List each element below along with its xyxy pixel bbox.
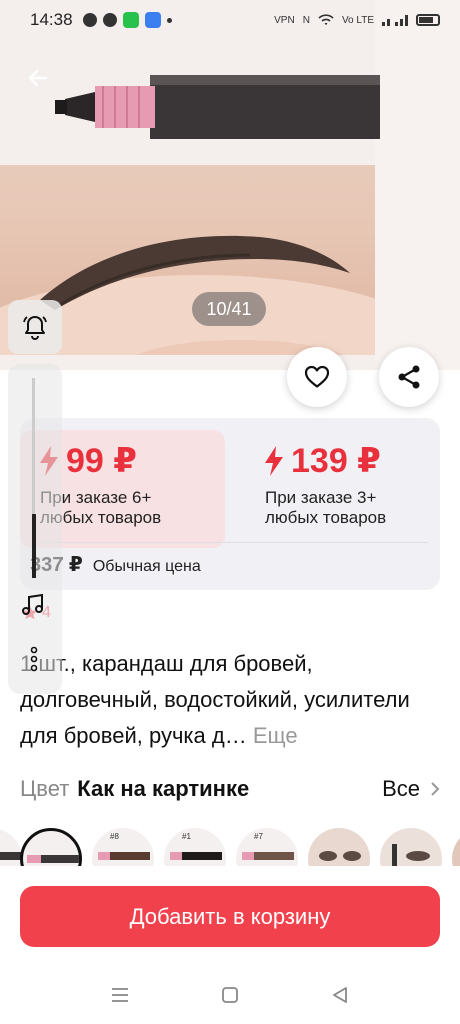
swatch-tag: #8 (110, 832, 119, 841)
tier-condition-line1: При заказе 6+ (40, 488, 152, 507)
pencil-image (55, 75, 380, 139)
volte-label: Vo LTE (341, 14, 374, 26)
add-to-cart-button[interactable]: Добавить в корзину (20, 886, 440, 947)
back-button[interactable] (20, 60, 56, 96)
color-swatch[interactable] (308, 828, 370, 868)
all-colors-label: Все (382, 776, 420, 801)
color-label: Цвет (20, 776, 70, 801)
battery-icon (416, 14, 440, 26)
price-tiers-card: 99 ₽ При заказе 6+ любых товаров 139 ₽ П… (20, 418, 440, 590)
color-swatch[interactable]: #7 (236, 828, 298, 868)
regular-price-label: Обычная цена (92, 558, 201, 575)
tier-condition: При заказе 3+ любых товаров (265, 488, 435, 528)
tier-price-value: 139 ₽ (291, 442, 381, 480)
tier-condition-line1: При заказе 3+ (265, 488, 377, 507)
share-icon (398, 365, 420, 389)
color-swatch[interactable] (0, 828, 22, 868)
volume-panel[interactable] (8, 300, 62, 694)
bell-icon (23, 316, 47, 340)
chevron-right-icon (431, 782, 440, 796)
status-time: 14:38 (30, 10, 73, 29)
system-nav-bar (0, 966, 460, 1024)
volume-slider[interactable] (8, 364, 62, 694)
color-swatch[interactable] (380, 828, 442, 868)
color-swatch[interactable] (452, 828, 460, 868)
more-link[interactable]: Еще (253, 723, 298, 748)
telegram-icon (82, 13, 97, 27)
tier-condition-line2: любых товаров (40, 508, 162, 527)
app-icon (122, 12, 139, 28)
tier-condition-line2: любых товаров (265, 508, 387, 527)
heart-icon (304, 365, 330, 388)
color-selector[interactable]: Цвет Как на картинке Все (20, 776, 440, 802)
wifi-icon (318, 14, 334, 25)
home-icon[interactable] (221, 986, 239, 1004)
price-tier-3plus[interactable]: 139 ₽ При заказе 3+ любых товаров (245, 430, 435, 548)
tier-price: 139 ₽ (265, 444, 435, 478)
dots-icon[interactable] (28, 646, 40, 672)
status-bar: 14:38 VPN N Vo LTE (0, 0, 460, 40)
notification-icons (82, 12, 172, 28)
color-swatch[interactable]: #8 (92, 828, 154, 868)
tier-condition: При заказе 6+ любых товаров (40, 488, 225, 528)
ringer-toggle[interactable] (8, 300, 62, 354)
color-swatch-selected[interactable] (20, 828, 82, 868)
tier-price: 99 ₽ (40, 444, 225, 478)
back-nav-icon[interactable] (331, 986, 349, 1004)
all-colors-link[interactable]: Все (382, 776, 440, 802)
color-swatch[interactable]: #1 (164, 828, 226, 868)
nfc-label: N (302, 14, 310, 26)
color-swatches: #8 #1 #7 (0, 828, 460, 868)
volume-slider-fill (32, 514, 36, 578)
color-value: Как на картинке (77, 776, 250, 801)
gallery-background (375, 0, 460, 370)
dot-icon (166, 17, 172, 23)
price-divider (40, 542, 428, 543)
share-button[interactable] (379, 347, 439, 407)
app-icon-blue (144, 12, 161, 28)
product-title-text: 1 шт., карандаш для бровей, долговечный,… (20, 651, 410, 748)
menu-icon[interactable] (111, 986, 129, 1004)
swatch-tag: #7 (254, 832, 263, 841)
bottom-action-bar: Добавить в корзину (0, 866, 460, 966)
swatch-tag: #1 (182, 832, 191, 841)
image-counter: 10/41 (192, 292, 266, 326)
lightning-icon (265, 446, 283, 476)
signal-icon (382, 15, 408, 26)
system-icons: VPN N Vo LTE (274, 14, 440, 26)
favorite-button[interactable] (287, 347, 347, 407)
product-title[interactable]: 1 шт., карандаш для бровей, долговечный,… (20, 646, 440, 754)
tier-price-value: 99 ₽ (66, 442, 137, 480)
music-note-icon (22, 593, 43, 615)
vpn-label: VPN (274, 14, 295, 26)
whatsapp-icon (102, 13, 117, 27)
product-image-gallery[interactable]: 10/41 (0, 0, 460, 370)
arrow-left-icon (28, 69, 48, 87)
